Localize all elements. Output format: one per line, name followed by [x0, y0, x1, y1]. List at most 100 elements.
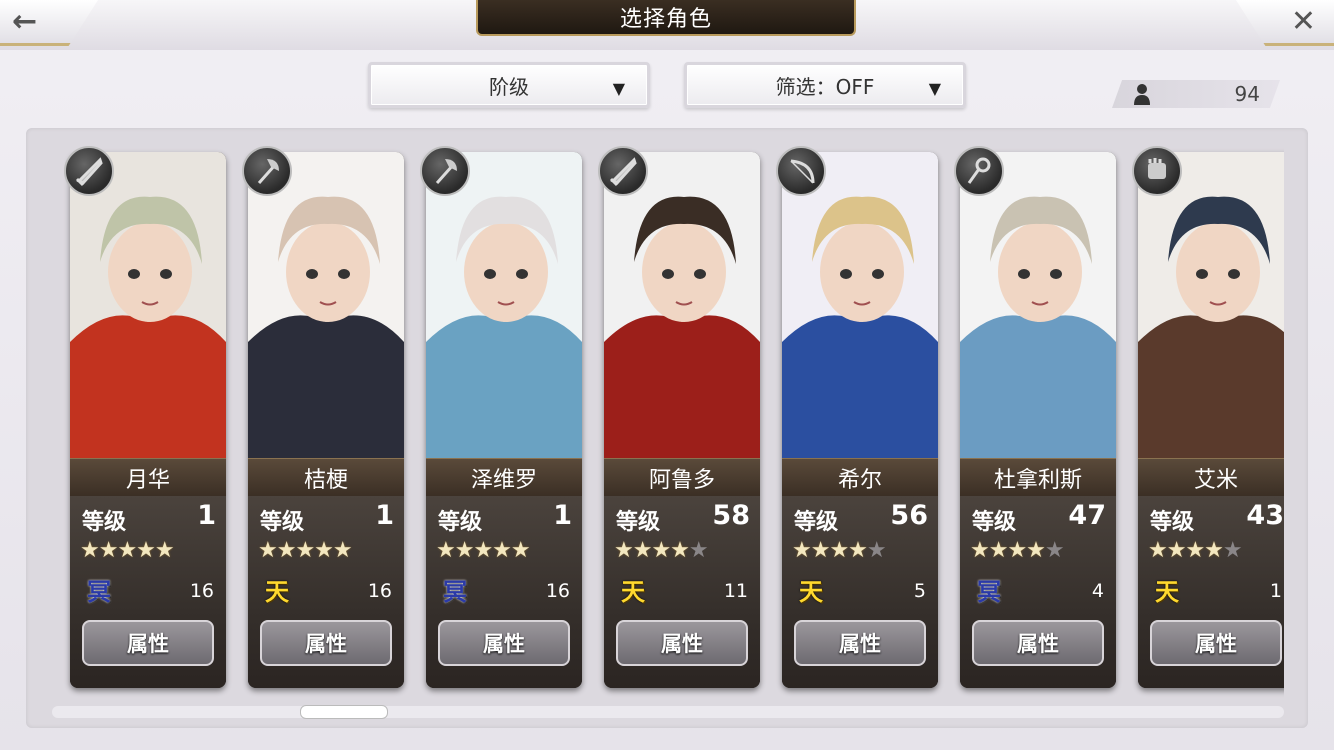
character-card[interactable]: 桔梗 等级 1 ★★★★★ 天 16 属性: [248, 152, 404, 688]
level-label: 等级: [1150, 510, 1195, 535]
star-rating: ★★★★★: [1148, 538, 1243, 563]
character-card[interactable]: 艾米 等级 43 ★★★★★ 天 1 属性: [1138, 152, 1284, 688]
chevron-down-icon: ▼: [612, 79, 625, 98]
attribute-button[interactable]: 属性: [794, 620, 926, 666]
star-icon: ★★★★★: [436, 538, 531, 563]
character-name: 艾米: [1138, 458, 1284, 498]
bow-icon: [776, 146, 826, 196]
star-empty-icon: ★: [1044, 538, 1065, 563]
level-label: 等级: [794, 510, 839, 535]
star-empty-icon: ★: [688, 538, 709, 563]
character-card[interactable]: 杜拿利斯 等级 47 ★★★★★ 冥 4 属性: [960, 152, 1116, 688]
character-info: 等级 43 ★★★★★ 天 1 属性: [1138, 496, 1284, 688]
star-icon: ★★★★: [970, 538, 1046, 563]
character-card[interactable]: 月华 等级 1 ★★★★★ 冥 16 属性: [70, 152, 226, 688]
level-label: 等级: [616, 510, 661, 535]
level-label: 等级: [438, 510, 483, 535]
character-name: 月华: [70, 458, 226, 498]
filter-dropdown[interactable]: 筛选：OFF ▼: [684, 62, 966, 108]
star-rating: ★★★★★: [792, 538, 887, 563]
attribute-button[interactable]: 属性: [82, 620, 214, 666]
level-label: 等级: [82, 510, 127, 535]
star-rating: ★★★★★: [614, 538, 709, 563]
element-badge: 天: [1155, 576, 1179, 606]
star-icon: ★★★★: [792, 538, 868, 563]
character-info: 等级 56 ★★★★★ 天 5 属性: [782, 496, 938, 688]
level-label: 等级: [972, 510, 1017, 535]
attribute-button[interactable]: 属性: [260, 620, 392, 666]
character-list: 月华 等级 1 ★★★★★ 冥 16 属性 桔梗 等级 1 ★★★★★ 天 16…: [52, 138, 1284, 698]
level-value: 58: [712, 500, 750, 531]
character-portrait: [782, 152, 938, 458]
character-count: 94: [1234, 82, 1260, 106]
axe-icon: [420, 146, 470, 196]
level-value: 47: [1068, 500, 1106, 531]
element-badge: 天: [265, 576, 289, 606]
character-card[interactable]: 希尔 等级 56 ★★★★★ 天 5 属性: [782, 152, 938, 688]
page-title: 选择角色: [476, 0, 856, 36]
horizontal-scrollbar[interactable]: [52, 705, 1284, 719]
character-info: 等级 1 ★★★★★ 冥 16 属性: [70, 496, 226, 688]
character-info: 等级 58 ★★★★★ 天 11 属性: [604, 496, 760, 688]
cost-value: 4: [1091, 580, 1104, 602]
star-icon: ★★★★★: [258, 538, 353, 563]
character-portrait: [604, 152, 760, 458]
cost-value: 16: [545, 580, 570, 602]
attribute-button[interactable]: 属性: [616, 620, 748, 666]
cost-value: 5: [913, 580, 926, 602]
character-name: 泽维罗: [426, 458, 582, 498]
star-rating: ★★★★★: [436, 538, 531, 563]
attribute-button[interactable]: 属性: [972, 620, 1104, 666]
star-empty-icon: ★: [1222, 538, 1243, 563]
character-card[interactable]: 阿鲁多 等级 58 ★★★★★ 天 11 属性: [604, 152, 760, 688]
person-icon: [1134, 84, 1150, 105]
attribute-button[interactable]: 属性: [438, 620, 570, 666]
character-portrait: [1138, 152, 1284, 458]
element-badge: 天: [799, 576, 823, 606]
gauntlet-icon: [1132, 146, 1182, 196]
sword-icon: [64, 146, 114, 196]
star-empty-icon: ★: [866, 538, 887, 563]
level-value: 1: [197, 500, 216, 531]
level-value: 1: [375, 500, 394, 531]
element-badge: 冥: [443, 576, 467, 606]
star-icon: ★★★★: [1148, 538, 1224, 563]
character-info: 等级 1 ★★★★★ 天 16 属性: [248, 496, 404, 688]
close-icon: ✕: [1290, 4, 1316, 39]
sort-dropdown-label: 阶级: [489, 74, 529, 99]
character-portrait: [248, 152, 404, 458]
axe-icon: [242, 146, 292, 196]
character-info: 等级 1 ★★★★★ 冥 16 属性: [426, 496, 582, 688]
staff-icon: [954, 146, 1004, 196]
back-arrow-icon: ←: [12, 4, 38, 39]
star-icon: ★★★★★: [80, 538, 175, 563]
character-portrait: [960, 152, 1116, 458]
character-count-box: 94: [1112, 80, 1280, 108]
star-icon: ★★★★: [614, 538, 690, 563]
character-portrait: [70, 152, 226, 458]
character-info: 等级 47 ★★★★★ 冥 4 属性: [960, 496, 1116, 688]
filter-dropdown-label: 筛选：OFF: [775, 74, 875, 99]
character-card[interactable]: 泽维罗 等级 1 ★★★★★ 冥 16 属性: [426, 152, 582, 688]
element-badge: 天: [621, 576, 645, 606]
chevron-down-icon: ▼: [928, 79, 941, 98]
cost-value: 16: [367, 580, 392, 602]
character-name: 阿鲁多: [604, 458, 760, 498]
star-rating: ★★★★★: [258, 538, 353, 563]
character-portrait: [426, 152, 582, 458]
cost-value: 1: [1269, 580, 1282, 602]
sort-dropdown[interactable]: 阶级 ▼: [368, 62, 650, 108]
attribute-button[interactable]: 属性: [1150, 620, 1282, 666]
element-badge: 冥: [977, 576, 1001, 606]
element-badge: 冥: [87, 576, 111, 606]
level-label: 等级: [260, 510, 305, 535]
character-name: 桔梗: [248, 458, 404, 498]
scroll-thumb[interactable]: [300, 705, 388, 719]
star-rating: ★★★★★: [80, 538, 175, 563]
cost-value: 16: [189, 580, 214, 602]
cost-value: 11: [723, 580, 748, 602]
character-name: 希尔: [782, 458, 938, 498]
level-value: 1: [553, 500, 572, 531]
star-rating: ★★★★★: [970, 538, 1065, 563]
level-value: 43: [1246, 500, 1284, 531]
